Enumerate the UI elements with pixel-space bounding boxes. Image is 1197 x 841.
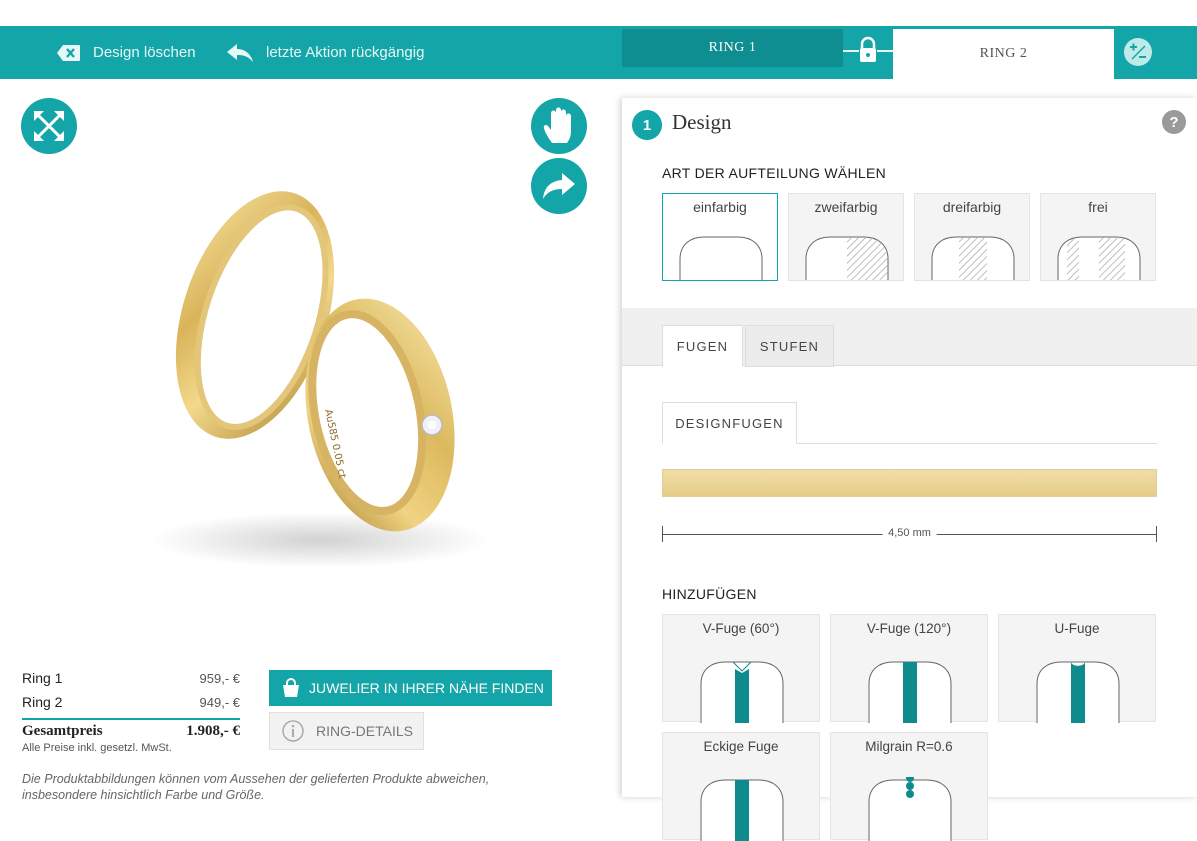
undo-button[interactable]: letzte Aktion rückgängig: [226, 26, 424, 79]
design-panel: 1 Design ? ART DER AUFTEILUNG WÄHLEN ein…: [622, 98, 1197, 841]
delete-design-label: Design löschen: [93, 44, 196, 61]
price-row-ring-1: Ring 1 959,- €: [22, 670, 240, 694]
fuge-label: V-Fuge (60°): [702, 621, 780, 636]
ring-width-preview-bar: [662, 469, 1157, 497]
split-option-zweifarbig[interactable]: zweifarbig: [788, 193, 904, 281]
fullscreen-arrows-icon: [34, 111, 64, 141]
split-option-label: einfarbig: [693, 199, 747, 215]
split-option-frei[interactable]: frei: [1040, 193, 1156, 281]
disclaimer-text: Die Produktabbildungen können vom Ausseh…: [22, 772, 490, 802]
help-icon[interactable]: ?: [1162, 110, 1186, 134]
lock-toggle[interactable]: [843, 36, 893, 66]
price-row-total: Gesamtpreis 1.908,- €: [22, 718, 240, 744]
plus-minus-button[interactable]: [1124, 38, 1152, 66]
split-option-label: dreifarbig: [942, 199, 1002, 215]
tab-fugen[interactable]: FUGEN: [662, 325, 743, 367]
u-groove-icon: [1036, 661, 1120, 723]
ring-profile-three-color-icon: [931, 236, 1015, 280]
square-groove-icon: [700, 779, 784, 841]
ring-2-label: Ring 2: [22, 694, 63, 710]
undo-label: letzte Aktion rückgängig: [266, 44, 425, 61]
price-row-ring-2: Ring 2 949,- €: [22, 694, 240, 718]
ring-profile-icon: [679, 236, 763, 280]
v-groove-60-icon: [700, 661, 784, 723]
vat-note: Alle Preise inkl. gesetzl. MwSt.: [22, 742, 172, 754]
ring-2-price: 949,- €: [199, 695, 240, 710]
shopping-bag-icon: [283, 678, 299, 697]
fuge-label: U-Fuge: [1054, 621, 1100, 636]
find-jeweler-button[interactable]: JUWELIER IN IHRER NÄHE FINDEN: [269, 670, 552, 706]
split-option-einfarbig[interactable]: einfarbig: [662, 193, 778, 281]
ring-profile-two-color-icon: [805, 236, 889, 280]
find-jeweler-label: JUWELIER IN IHRER NÄHE FINDEN: [309, 680, 544, 696]
split-type-heading: ART DER AUFTEILUNG WÄHLEN: [662, 165, 887, 181]
ring-details-button[interactable]: RING-DETAILS: [269, 712, 424, 750]
total-price: 1.908,- €: [186, 723, 240, 739]
fuge-label: Milgrain R=0.6: [865, 739, 953, 754]
tab-ring-2[interactable]: RING 2: [893, 29, 1114, 79]
split-option-label: zweifarbig: [814, 199, 878, 215]
subtab-divider: [796, 443, 1157, 444]
close-box-icon: [57, 44, 80, 61]
tab-stufen[interactable]: STUFEN: [745, 325, 834, 367]
hand-icon: [543, 107, 571, 143]
split-option-dreifarbig[interactable]: dreifarbig: [914, 193, 1030, 281]
info-icon: [282, 720, 304, 742]
step-number-badge: 1: [632, 110, 662, 140]
fuge-label: Eckige Fuge: [703, 739, 779, 754]
fuge-option-v120[interactable]: V-Fuge (120°): [830, 614, 988, 723]
top-bar: Design löschen letzte Aktion rückgängig …: [0, 26, 1197, 79]
width-value: 4,50 mm: [882, 527, 937, 539]
step-title: Design: [672, 110, 732, 134]
tab-designfugen[interactable]: DESIGNFUGEN: [662, 402, 797, 444]
v-groove-120-icon: [868, 661, 952, 723]
rotate-hand-button[interactable]: [531, 98, 587, 154]
tab-ring-1[interactable]: RING 1: [622, 29, 843, 67]
fuge-option-eckig[interactable]: Eckige Fuge: [662, 732, 820, 841]
milgrain-icon: [868, 777, 952, 841]
lock-icon: [843, 36, 893, 62]
ring-1-label: Ring 1: [22, 670, 63, 686]
delete-design-button[interactable]: Design löschen: [56, 26, 196, 79]
split-option-label: frei: [1088, 199, 1108, 215]
undo-arrow-icon: [227, 43, 253, 62]
plus-minus-icon: [1130, 43, 1146, 60]
ring-1-price: 959,- €: [199, 671, 240, 686]
add-heading: HINZUFÜGEN: [662, 586, 757, 602]
ring-profile-free-icon: [1057, 236, 1141, 280]
fuge-label: V-Fuge (120°): [866, 621, 952, 636]
width-measurement: 4,50 mm: [662, 526, 1157, 542]
fuge-option-v60[interactable]: V-Fuge (60°): [662, 614, 820, 723]
fullscreen-button[interactable]: [21, 98, 77, 154]
price-summary: Ring 1 959,- € Ring 2 949,- € Gesamtprei…: [22, 670, 240, 754]
ring-preview-image: Au585 0.05 ct: [100, 180, 580, 620]
fuge-option-u[interactable]: U-Fuge: [998, 614, 1156, 723]
total-label: Gesamtpreis: [22, 723, 103, 739]
ring-details-label: RING-DETAILS: [316, 723, 413, 739]
fuge-option-milgrain[interactable]: Milgrain R=0.6: [830, 732, 988, 841]
